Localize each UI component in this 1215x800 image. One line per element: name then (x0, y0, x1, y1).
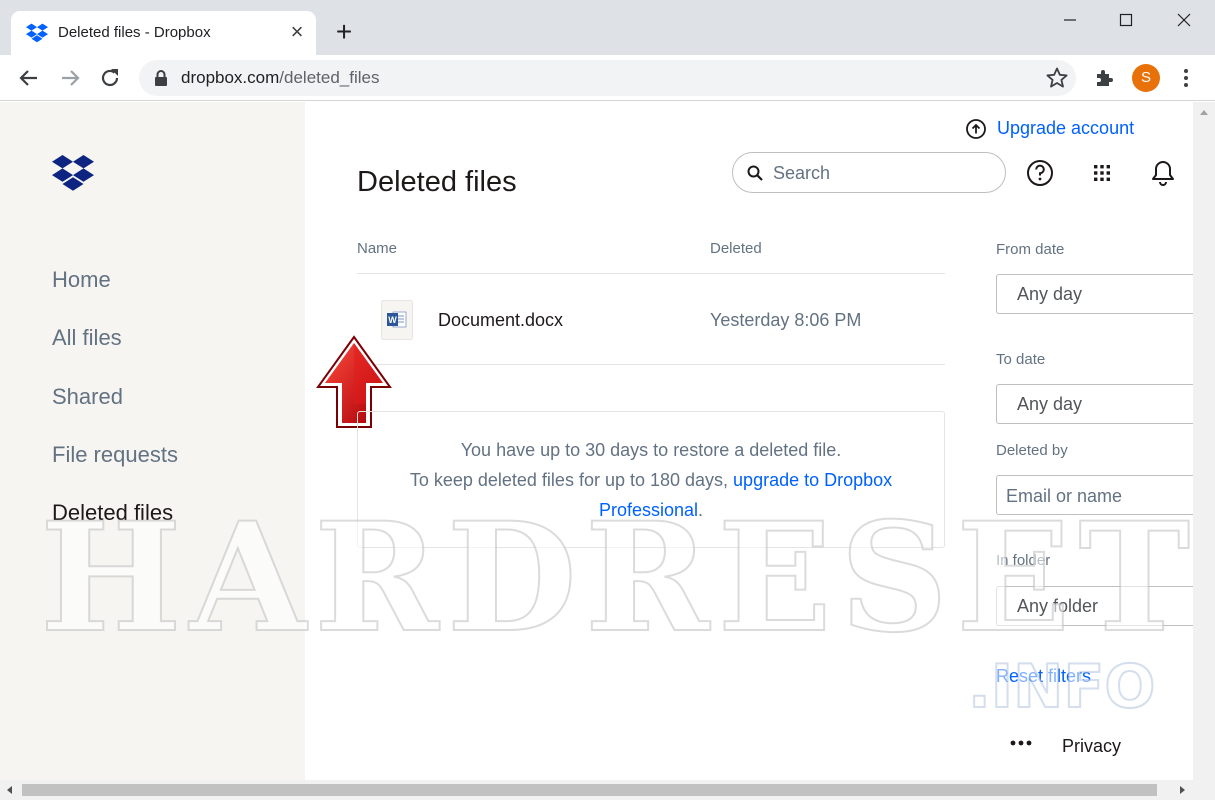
url-host: dropbox.com (181, 68, 280, 87)
forward-icon[interactable] (57, 65, 83, 91)
browser-tab[interactable]: Deleted files - Dropbox × (11, 11, 316, 55)
retention-notice: You have up to 30 days to restore a dele… (357, 411, 945, 548)
from-date-value: Any day (1017, 284, 1083, 304)
dropbox-logo-icon[interactable] (52, 155, 94, 191)
notice-line-1: You have up to 30 days to restore a dele… (460, 440, 842, 460)
browser-toolbar: dropbox.com/deleted_files S (0, 55, 1215, 101)
notice-line-2-text: To keep deleted files for up to 180 days… (409, 470, 734, 490)
back-icon[interactable] (16, 65, 42, 91)
address-bar[interactable]: dropbox.com/deleted_files (139, 60, 1076, 96)
privacy-link[interactable]: Privacy (1062, 736, 1121, 757)
in-folder-value: Any folder (1017, 596, 1099, 616)
new-tab-icon[interactable]: + (330, 18, 358, 46)
table-divider (357, 273, 945, 274)
deleted-by-field[interactable] (996, 475, 1196, 515)
notice-end: . (698, 500, 704, 520)
lock-icon[interactable] (154, 70, 168, 86)
deleted-by-label: Deleted by (996, 442, 1068, 459)
file-name[interactable]: Document.docx (438, 310, 563, 331)
to-date-label: To date (996, 351, 1046, 368)
browser-menu-icon[interactable] (1174, 65, 1198, 91)
bookmark-star-icon[interactable] (1044, 65, 1070, 91)
search-box[interactable] (732, 152, 1006, 193)
upgrade-account-label: Upgrade account (997, 118, 1135, 138)
vertical-scrollbar[interactable] (1193, 102, 1215, 780)
column-header-name[interactable]: Name (357, 240, 397, 257)
extensions-puzzle-icon[interactable] (1092, 65, 1118, 91)
notifications-bell-icon[interactable] (1148, 158, 1178, 188)
sidebar-item-deleted-files[interactable]: Deleted files (52, 500, 173, 526)
horizontal-scrollbar[interactable] (0, 780, 1215, 800)
scroll-left-icon[interactable] (7, 786, 12, 794)
tab-close-icon[interactable]: × (285, 20, 309, 44)
svg-text:W: W (388, 315, 397, 325)
in-folder-label: In folder (996, 552, 1051, 569)
from-date-select[interactable]: Any day (996, 274, 1196, 314)
to-date-select[interactable]: Any day (996, 384, 1196, 424)
more-options-icon[interactable] (1010, 738, 1032, 748)
apps-grid-icon[interactable] (1087, 158, 1117, 188)
scroll-up-icon[interactable] (1200, 110, 1208, 115)
from-date-label: From date (996, 241, 1065, 258)
sidebar-item-home[interactable]: Home (52, 267, 111, 293)
sidebar-item-shared[interactable]: Shared (52, 384, 123, 410)
close-window-icon[interactable] (1169, 8, 1199, 32)
sidebar: Home All files Shared File requests Dele… (0, 102, 305, 780)
horizontal-scroll-thumb[interactable] (22, 784, 1157, 796)
main-content: Upgrade account Deleted files Name Delet… (305, 102, 1196, 780)
help-icon[interactable] (1025, 158, 1055, 188)
profile-avatar[interactable]: S (1132, 64, 1160, 92)
reset-filters-link[interactable]: Reset filters (996, 666, 1091, 687)
sidebar-item-all-files[interactable]: All files (52, 325, 122, 351)
notice-line-2: To keep deleted files for up to 180 days… (358, 465, 944, 525)
tab-title: Deleted files - Dropbox (58, 24, 211, 41)
search-input[interactable] (773, 161, 993, 185)
url-path: /deleted_files (279, 68, 380, 87)
page-title: Deleted files (357, 166, 517, 198)
table-divider (357, 364, 945, 365)
browser-titlebar: Deleted files - Dropbox × + (0, 0, 1215, 55)
in-folder-select[interactable]: Any folder (996, 586, 1196, 626)
reload-icon[interactable] (97, 65, 123, 91)
url-text: dropbox.com/deleted_files (181, 68, 379, 88)
maximize-icon[interactable] (1111, 8, 1141, 32)
upload-arrow-circle-icon (966, 119, 986, 139)
deleted-by-input[interactable] (1006, 484, 1191, 508)
sidebar-item-file-requests[interactable]: File requests (52, 442, 178, 468)
minimize-icon[interactable] (1055, 8, 1085, 32)
search-icon (747, 165, 763, 181)
to-date-value: Any day (1017, 394, 1083, 414)
scroll-right-icon[interactable] (1180, 786, 1185, 794)
column-header-deleted[interactable]: Deleted (710, 240, 762, 257)
dropbox-favicon-icon (26, 23, 48, 43)
file-deleted-date: Yesterday 8:06 PM (710, 310, 862, 330)
